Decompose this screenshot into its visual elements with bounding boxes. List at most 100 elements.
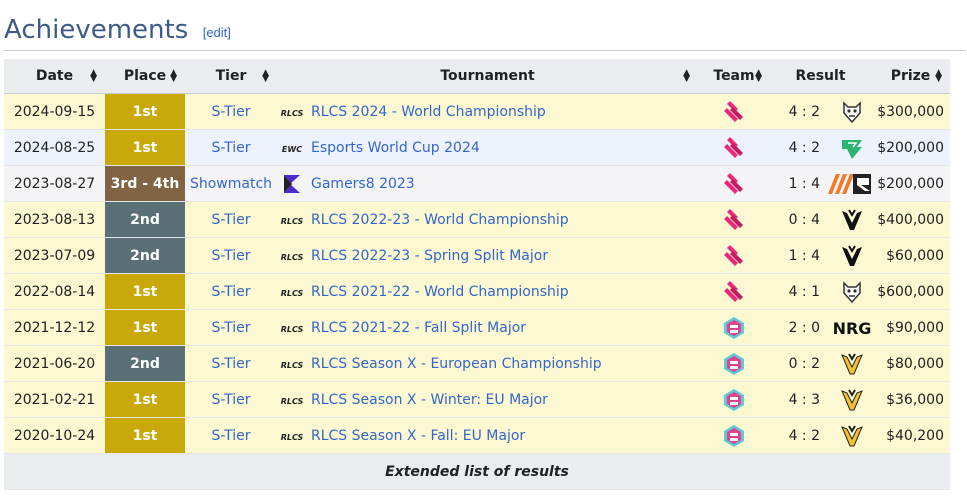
score: 4 : 2	[788, 427, 820, 444]
tournament-logo-icon[interactable]: EWC	[277, 140, 307, 156]
tier-link[interactable]: S-Tier	[211, 356, 250, 372]
date-cell: 2023-07-09	[4, 237, 105, 274]
column-header-place[interactable]: Place ▲ ▼	[105, 59, 185, 94]
column-header-tournament[interactable]: Tournament ▲ ▼	[277, 59, 698, 94]
result-cell: 1 : 4	[770, 165, 871, 202]
tier-link[interactable]: S-Tier	[211, 392, 250, 408]
tier-cell: S-Tier	[185, 345, 277, 382]
team-logo-old[interactable]	[721, 388, 747, 411]
tournament-link[interactable]: RLCS 2022-23 - Spring Split Major	[311, 248, 548, 264]
column-header-date[interactable]: Date ▲ ▼	[4, 59, 105, 94]
date-cell: 2023-08-13	[4, 201, 105, 238]
table-row: 2023-08-27 3rd - 4th Showmatch Gamers8 2023…	[4, 165, 950, 202]
tournament-logo-icon[interactable]: RLCS	[277, 212, 307, 228]
tournament-logo-icon[interactable]: RLCS	[277, 248, 307, 264]
tournament-logo-icon[interactable]	[277, 172, 307, 196]
complexity-icon[interactable]	[820, 171, 871, 197]
tournament-logo-icon[interactable]: RLCS	[277, 356, 307, 372]
tier-link[interactable]: Showmatch	[190, 176, 272, 192]
column-header-tier[interactable]: Tier ▲ ▼	[185, 59, 277, 94]
svg-text:RLCS: RLCS	[281, 397, 304, 406]
sort-icon[interactable]: ▲ ▼	[170, 69, 177, 84]
tournament-link[interactable]: Gamers8 2023	[311, 176, 415, 192]
svg-text:RLCS: RLCS	[281, 289, 304, 298]
sort-icon[interactable]: ▲ ▼	[755, 69, 762, 84]
prize-cell: $90,000	[871, 309, 950, 346]
tier-link[interactable]: S-Tier	[211, 284, 250, 300]
team-cell	[698, 417, 770, 454]
prize-cell: $200,000	[871, 165, 950, 202]
vitality-gold-icon[interactable]	[820, 387, 871, 413]
tier-cell: S-Tier	[185, 201, 277, 238]
place-badge: 2nd	[105, 345, 185, 382]
sort-icon[interactable]: ▲ ▼	[262, 69, 269, 84]
tournament-link[interactable]: RLCS 2021-22 - Fall Split Major	[311, 320, 526, 336]
edit-link[interactable]: [edit]	[203, 13, 231, 50]
extended-results-link[interactable]: Extended list of results	[4, 453, 950, 490]
tier-link[interactable]: S-Tier	[211, 428, 250, 444]
tournament-logo-icon[interactable]: RLCS	[277, 104, 307, 120]
team-logo-new[interactable]	[721, 280, 747, 302]
tournament-link[interactable]: RLCS Season X - Fall: EU Major	[311, 428, 525, 444]
team-logo-new[interactable]	[721, 172, 747, 194]
svg-text:RLCS: RLCS	[281, 253, 304, 262]
svg-text:RLCS: RLCS	[281, 217, 304, 226]
sort-icon[interactable]: ▲ ▼	[90, 69, 97, 84]
tier-cell: S-Tier	[185, 129, 277, 166]
column-header-prize[interactable]: Prize ▲ ▼	[871, 59, 950, 94]
place-badge: 1st	[105, 93, 185, 130]
nrg-icon[interactable]: NRG	[820, 318, 871, 338]
tournament-link[interactable]: RLCS 2022-23 - World Championship	[311, 212, 569, 228]
tier-link[interactable]: S-Tier	[211, 320, 250, 336]
table-row: 2023-07-09 2nd S-Tier RLCS RLCS 2022-23 - Sp…	[4, 237, 950, 274]
tier-link[interactable]: S-Tier	[211, 104, 250, 120]
tournament-link[interactable]: Esports World Cup 2024	[311, 140, 480, 156]
team-cell	[698, 237, 770, 274]
tournament-link[interactable]: RLCS 2021-22 - World Championship	[311, 284, 569, 300]
team-cell	[698, 345, 770, 382]
tournament-link[interactable]: RLCS Season X - Winter: EU Major	[311, 392, 548, 408]
column-header-team[interactable]: Team ▲ ▼	[698, 59, 770, 94]
team-logo-old[interactable]	[721, 316, 747, 339]
prize-cell: $60,000	[871, 237, 950, 274]
tournament-logo-icon[interactable]: RLCS	[277, 284, 307, 300]
vitality-gold-icon[interactable]	[820, 351, 871, 377]
tournament-link[interactable]: RLCS Season X - European Championship	[311, 356, 602, 372]
tier-link[interactable]: S-Tier	[211, 248, 250, 264]
team-logo-old[interactable]	[721, 352, 747, 375]
column-header-result: Result	[770, 59, 871, 94]
vitality-gold-icon[interactable]	[820, 423, 871, 449]
falcons-icon[interactable]	[820, 135, 871, 161]
tournament-logo-icon[interactable]: RLCS	[277, 428, 307, 444]
team-logo-new[interactable]	[721, 136, 747, 158]
tournament-link[interactable]: RLCS 2024 - World Championship	[311, 104, 546, 120]
date-cell: 2024-09-15	[4, 93, 105, 130]
team-logo-new[interactable]	[721, 208, 747, 230]
table-row: 2021-02-21 1st S-Tier RLCS RLCS Season X - W…	[4, 381, 950, 418]
tier-link[interactable]: S-Tier	[211, 140, 250, 156]
g2-icon[interactable]	[820, 99, 871, 125]
tier-link[interactable]: S-Tier	[211, 212, 250, 228]
tier-cell: S-Tier	[185, 273, 277, 310]
result-cell: 4 : 2	[770, 93, 871, 130]
vitality-icon[interactable]	[820, 207, 871, 233]
table-row: 2021-12-12 1st S-Tier RLCS RLCS 2021-22 - Fa…	[4, 309, 950, 346]
header-row: Date ▲ ▼ Place ▲ ▼ Tier ▲ ▼ Tournament ▲ ▼ Team ▲…	[4, 59, 950, 94]
prize-cell: $36,000	[871, 381, 950, 418]
team-logo-new[interactable]	[721, 100, 747, 122]
team-logo-old[interactable]	[721, 424, 747, 447]
team-cell	[698, 201, 770, 238]
svg-text:RLCS: RLCS	[281, 433, 304, 442]
prize-cell: $200,000	[871, 129, 950, 166]
vitality-icon[interactable]	[820, 243, 871, 269]
place-badge: 1st	[105, 273, 185, 310]
sort-icon[interactable]: ▲ ▼	[683, 69, 690, 84]
tournament-logo-icon[interactable]: RLCS	[277, 392, 307, 408]
g2-icon[interactable]	[820, 279, 871, 305]
team-logo-new[interactable]	[721, 244, 747, 266]
tournament-logo-icon[interactable]: RLCS	[277, 320, 307, 336]
svg-text:EWC: EWC	[282, 145, 302, 154]
sort-icon[interactable]: ▲ ▼	[935, 69, 942, 84]
team-cell	[698, 273, 770, 310]
tournament-cell: RLCS RLCS 2022-23 - World Championship	[277, 201, 698, 238]
